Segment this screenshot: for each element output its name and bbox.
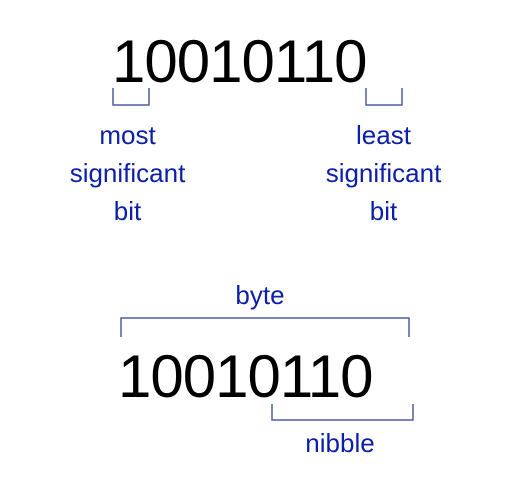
byte-bracket — [120, 317, 410, 337]
least-significant-bit-line-3: bit — [369, 196, 398, 226]
most-significant-bit-line-2: significant — [69, 158, 186, 188]
most-significant-bit-line-1: most — [99, 120, 156, 150]
byte-label: byte — [235, 280, 285, 310]
bottom-binary-number: 10010110 — [118, 343, 373, 410]
nibble-label: nibble — [305, 428, 375, 458]
most-significant-bit-line-3: bit — [113, 196, 142, 226]
least-significant-bit-label: least significant bit — [296, 116, 471, 230]
most-significant-bit-label: most significant bit — [40, 116, 215, 230]
least-significant-bit-bracket — [365, 88, 403, 106]
bit-byte-nibble-diagram: 10010110 most significant bit least sign… — [0, 0, 521, 500]
top-binary-number: 10010110 — [112, 28, 367, 95]
least-significant-bit-line-1: least — [356, 120, 411, 150]
least-significant-bit-line-2: significant — [325, 158, 442, 188]
